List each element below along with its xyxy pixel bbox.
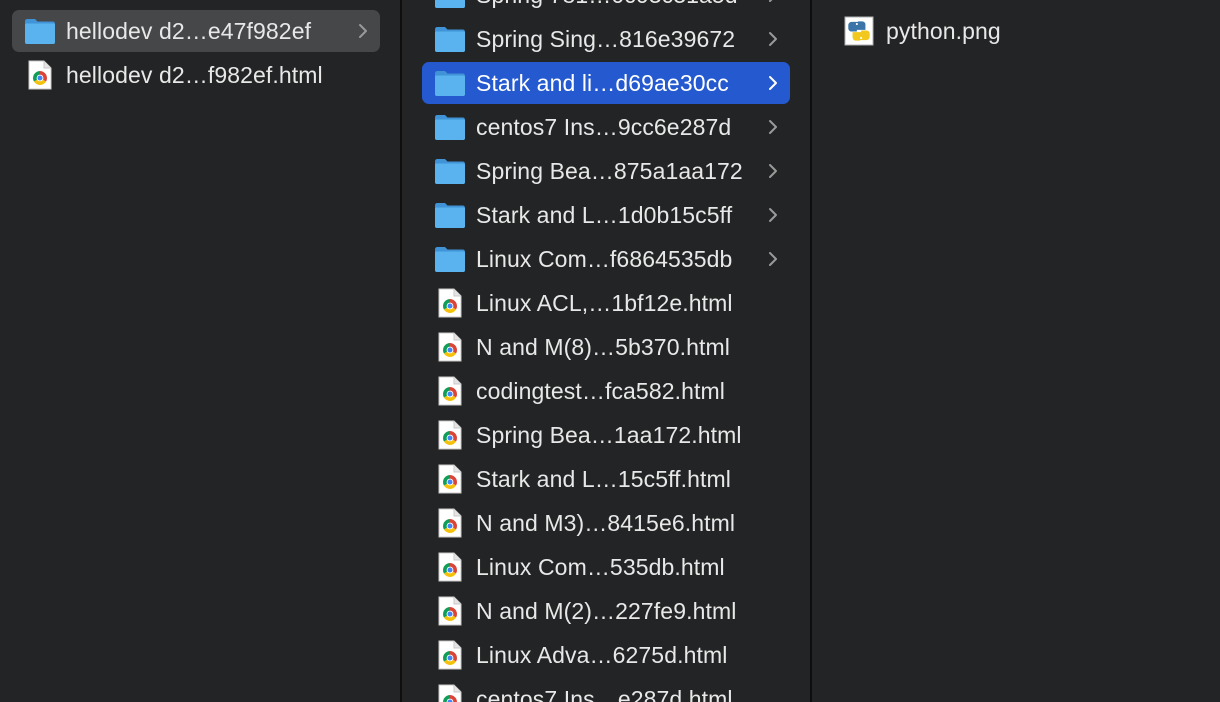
file-row[interactable]: N and M(2)…227fe9.html (422, 590, 790, 632)
folder-icon (434, 245, 466, 273)
file-row[interactable]: python.png (832, 10, 1200, 52)
folder-icon (434, 113, 466, 141)
folder-row[interactable]: centos7 Ins…9cc6e287d (422, 106, 790, 148)
item-name: hellodev d2…e47f982ef (66, 17, 312, 44)
item-name: Stark and li…d69ae30cc (476, 69, 729, 96)
chevron-right-icon (766, 116, 780, 138)
chevron-right-icon (766, 160, 780, 182)
item-name: hellodev d2…f982ef.html (66, 61, 323, 88)
column-1[interactable]: hellodev d2…e47f982ef hellodev d2…f982ef.… (0, 0, 400, 702)
python-image-icon (844, 16, 874, 46)
chrome-html-icon (438, 640, 462, 670)
item-name: Linux Com…f6864535db (476, 245, 733, 272)
folder-icon (434, 157, 466, 185)
chevron-right-icon (766, 248, 780, 270)
item-name: Spring Sing…816e39672 (476, 25, 736, 52)
folder-row[interactable]: Linux Com…f6864535db (422, 238, 790, 280)
chevron-right-icon (766, 204, 780, 226)
folder-row[interactable]: Spring 781…0c03c31a5d (422, 0, 790, 16)
file-row[interactable]: N and M(8)…5b370.html (422, 326, 790, 368)
folder-icon (434, 201, 466, 229)
file-row[interactable]: hellodev d2…f982ef.html (12, 54, 380, 96)
folder-row[interactable]: Spring Sing…816e39672 (422, 18, 790, 60)
item-name: Spring 781…0c03c31a5d (476, 0, 738, 9)
chrome-html-icon (438, 552, 462, 582)
folder-row[interactable]: Stark and li…d69ae30cc (422, 62, 790, 104)
item-name: N and M(2)…227fe9.html (476, 597, 737, 624)
folder-icon (434, 69, 466, 97)
file-row[interactable]: Linux Adva…6275d.html (422, 634, 790, 676)
folder-icon (24, 17, 56, 45)
chrome-html-icon (438, 464, 462, 494)
file-row[interactable]: N and M3)…8415e6.html (422, 502, 790, 544)
item-name: N and M(8)…5b370.html (476, 333, 730, 360)
chrome-html-icon (438, 420, 462, 450)
file-row[interactable]: Linux ACL,…1bf12e.html (422, 282, 790, 324)
item-name: centos7 Ins…9cc6e287d (476, 113, 732, 140)
chrome-html-icon (438, 332, 462, 362)
item-name: Stark and L…1d0b15c5ff (476, 201, 733, 228)
chrome-html-icon (438, 288, 462, 318)
chrome-html-icon (28, 60, 52, 90)
file-row[interactable]: Stark and L…15c5ff.html (422, 458, 790, 500)
folder-row[interactable]: Stark and L…1d0b15c5ff (422, 194, 790, 236)
chevron-right-icon (766, 28, 780, 50)
item-name: Linux ACL,…1bf12e.html (476, 289, 733, 316)
chrome-html-icon (438, 508, 462, 538)
item-name: Linux Com…535db.html (476, 553, 725, 580)
item-name: python.png (886, 17, 1001, 44)
folder-icon (434, 0, 466, 9)
folder-row[interactable]: Spring Bea…875a1aa172 (422, 150, 790, 192)
folder-icon (434, 25, 466, 53)
item-name: N and M3)…8415e6.html (476, 509, 736, 536)
file-row[interactable]: codingtest…fca582.html (422, 370, 790, 412)
folder-row[interactable]: hellodev d2…e47f982ef (12, 10, 380, 52)
file-row[interactable]: Linux Com…535db.html (422, 546, 790, 588)
file-row[interactable]: Spring Bea…1aa172.html (422, 414, 790, 456)
item-name: Stark and L…15c5ff.html (476, 465, 732, 492)
chevron-right-icon (766, 0, 780, 6)
file-row[interactable]: centos7 Ins…e287d.html (422, 678, 790, 702)
item-name: centos7 Ins…e287d.html (476, 685, 733, 702)
chrome-html-icon (438, 684, 462, 702)
item-name: codingtest…fca582.html (476, 377, 725, 404)
item-name: Spring Bea…875a1aa172 (476, 157, 743, 184)
item-name: Spring Bea…1aa172.html (476, 421, 742, 448)
column-3[interactable]: python.png (812, 0, 1220, 702)
chevron-right-icon (356, 20, 370, 42)
chrome-html-icon (438, 596, 462, 626)
chevron-right-icon (766, 72, 780, 94)
chrome-html-icon (438, 376, 462, 406)
column-2[interactable]: Spring 781…0c03c31a5d Spring Sing…816e396… (402, 0, 810, 702)
item-name: Linux Adva…6275d.html (476, 641, 728, 668)
